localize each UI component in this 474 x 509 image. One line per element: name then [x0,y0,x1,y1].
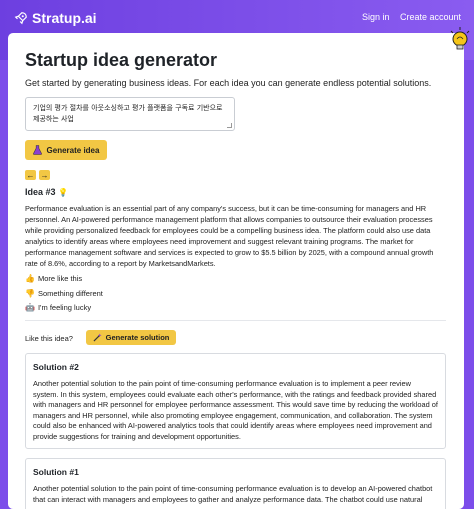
sign-in-link[interactable]: Sign in [362,12,390,22]
app-name: Stratup.ai [32,10,97,26]
thumbs-down-icon: 👎 [25,289,35,298]
generate-idea-label: Generate idea [46,145,100,155]
rocket-icon [14,12,27,25]
magic-wand-icon [93,333,102,342]
arrow-right-icon: → [40,170,49,180]
idea-input-value: 기업의 평가 절차를 아웃소싱하고 평가 플랫폼을 구독료 기반으로 제공하는 … [33,104,223,123]
feeling-lucky-button[interactable]: 🤖 I'm feeling lucky [25,303,91,312]
solution-card: Solution #2 Another potential solution t… [25,353,446,449]
more-like-this-button[interactable]: 👍 More like this [25,274,82,283]
idea-input[interactable]: 기업의 평가 절차를 아웃소싱하고 평가 플랫폼을 구독료 기반으로 제공하는 … [25,97,235,131]
flask-icon [32,145,42,155]
create-account-link[interactable]: Create account [400,12,461,22]
solution-card: Solution #1 Another potential solution t… [25,458,446,509]
generate-solution-label: Generate solution [105,333,170,342]
idea-description: Performance evaluation is an essential p… [25,204,434,268]
idea-title: Idea #3 [25,187,56,197]
thumbs-up-icon: 👍 [25,274,35,283]
page-title: Startup idea generator [25,50,218,70]
generate-idea-button[interactable]: Generate idea [25,140,107,160]
app-logo[interactable]: Stratup.ai [14,10,97,26]
solution-title: Solution #1 [33,467,79,477]
lightbulb-icon: 💡 [58,188,69,197]
previous-idea-button[interactable]: ← [25,170,36,180]
resize-handle-icon[interactable] [227,123,232,128]
something-different-button[interactable]: 👎 Something different [25,289,103,298]
more-like-this-label: More like this [37,274,83,283]
section-divider [25,320,446,321]
solution-text: Another potential solution to the pain p… [33,484,433,504]
solution-title: Solution #2 [33,362,79,372]
like-prompt: Like this idea? [25,334,73,343]
main-card: Startup idea generator Get started by ge… [8,33,464,509]
solution-text: Another potential solution to the pain p… [33,379,438,441]
generate-solution-button[interactable]: Generate solution [86,330,176,345]
arrow-left-icon: ← [26,170,35,180]
lightbulb-mascot-icon [450,27,470,50]
page-subtitle: Get started by generating business ideas… [25,78,432,88]
robot-icon: 🤖 [25,303,35,312]
next-idea-button[interactable]: → [39,170,50,180]
something-different-label: Something different [37,289,103,298]
idea-heading: Idea #3 💡 [25,187,68,197]
feeling-lucky-label: I'm feeling lucky [37,303,92,312]
